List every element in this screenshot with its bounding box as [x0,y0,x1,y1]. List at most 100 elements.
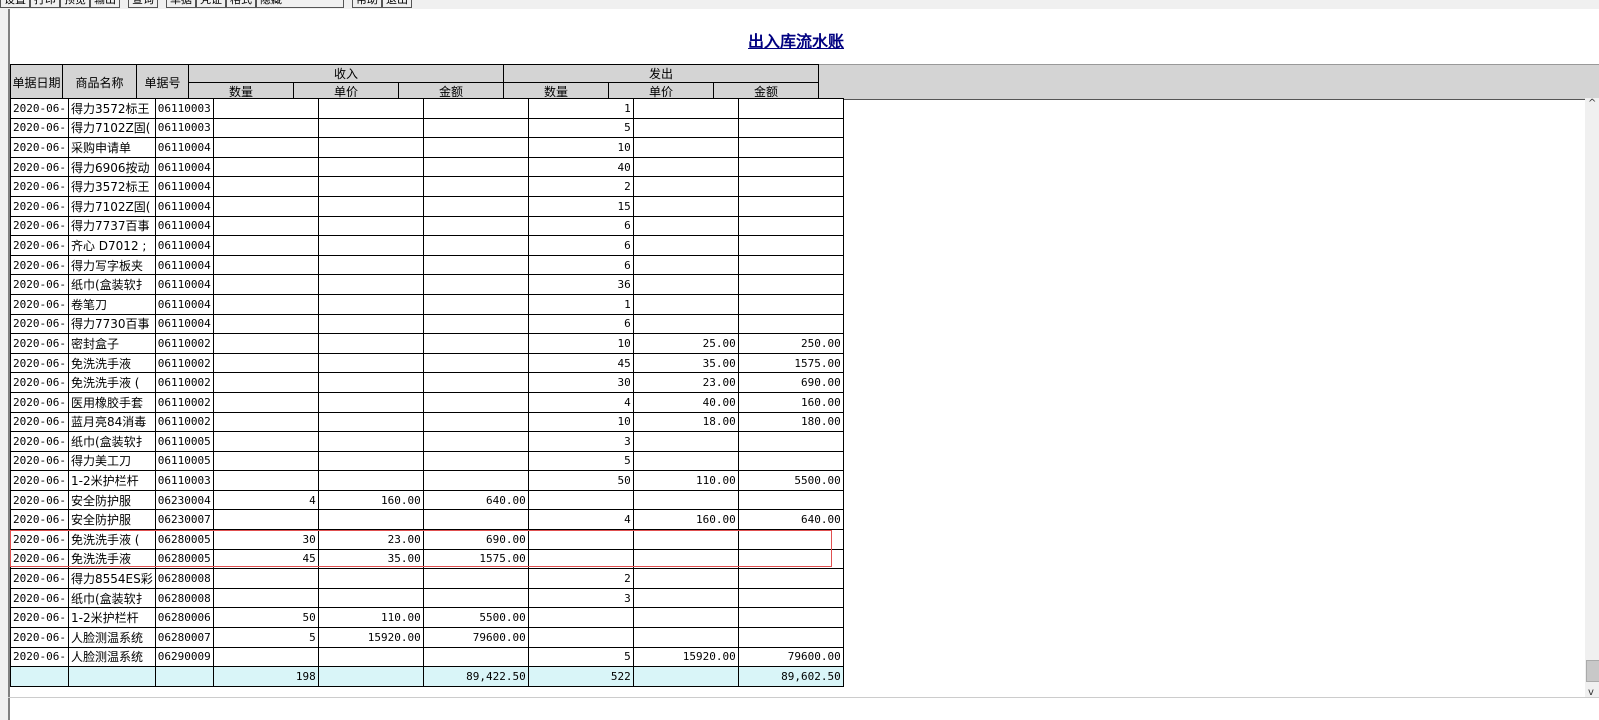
table-cell [317,587,424,609]
table-cell [527,607,634,629]
table-cell: 2020-06- [10,627,69,648]
table-cell [632,195,739,217]
report-title[interactable]: 出入库流水账 [748,28,844,52]
table-cell: 6 [527,313,634,335]
table-row[interactable]: 2020-06- 免洗洗手液 (06280005 30 23.00 690.00 [10,529,844,550]
table-cell [737,607,844,629]
table-cell: 06110005 [154,450,214,472]
table-cell: 卷笔刀 [67,293,156,315]
table-cell [317,568,424,589]
table-cell [212,587,319,609]
table-cell [317,372,424,393]
toolbar-button[interactable]: 帮助 [352,0,382,8]
table-cell: 06110002 [154,391,214,413]
table-cell: 06110002 [154,372,214,393]
table-cell [317,646,424,668]
toolbar-button[interactable]: 打印 [30,0,60,8]
table-row[interactable]: 2020-06- 免洗洗手液 (06110002 30 23.00 690.00 [10,372,844,393]
table-cell: 1575.00 [422,548,529,570]
table-cell [212,568,319,589]
table-cell [737,215,844,237]
table-row[interactable]: 2020-06- 安全防护服 06230004 4 160.00 640.00 [10,489,844,511]
table-cell: 06110004 [154,293,214,315]
table-row[interactable]: 2020-06- 密封盒子 06110002 10 25.00 250.00 [10,333,844,354]
toolbar-button[interactable]: 隐藏 [256,0,344,8]
table-row[interactable]: 2020-06- 卷笔刀 06110004 1 [10,293,844,315]
table-row[interactable]: 2020-06- 1-2米护栏杆 06110003 50 110.00 5500.00 [10,470,844,491]
toolbar-button[interactable]: 退出 [382,0,412,8]
header-name[interactable]: 商品名称 [62,64,137,101]
table-cell [422,215,529,237]
toolbar-button[interactable]: 格式 [226,0,256,8]
table-cell [212,117,319,139]
toolbar-button[interactable]: 设置 [0,0,30,8]
scroll-thumb[interactable] [1586,660,1599,682]
table-cell: 250.00 [737,333,844,354]
table-cell [317,117,424,139]
table-row[interactable]: 2020-06- 得力6906按动 06110004 40 [10,156,844,178]
table-cell [317,98,424,119]
toolbar-button[interactable]: 预览 [60,0,90,8]
table-row[interactable]: 2020-06- 纸巾(盒装软扌 06110005 3 [10,431,844,452]
table-cell [632,254,739,276]
table-cell [632,607,739,629]
header-date[interactable]: 单据日期 [10,64,63,101]
toolbar-button[interactable]: 输出 [90,0,120,8]
table-cell: 2020-06- [10,587,69,609]
table-row[interactable]: 2020-06- 1-2米护栏杆 06280006 50 110.00 5500.00 [10,607,844,629]
table-cell: 06230004 [154,489,214,511]
table-row[interactable]: 2020-06- 得力7102Z固(06110003 5 [10,117,844,139]
table-row[interactable]: 2020-06- 得力写字板夹 06110004 6 [10,254,844,276]
table-cell: 06280005 [154,529,214,550]
toolbar-button[interactable]: 凭证 [196,0,226,8]
table-row[interactable]: 2020-06- 纸巾(盒装软扌 06110004 36 [10,274,844,295]
table-cell: 2020-06- [10,156,69,178]
table-row[interactable]: 2020-06- 得力7102Z固(06110004 15 [10,195,844,217]
scroll-up-icon[interactable]: ^ [1588,98,1596,109]
table-row[interactable]: 2020-06- 医用橡胶手套 06110002 4 40.00 160.00 [10,391,844,413]
table-row[interactable]: 2020-06- 采购申请单 06110004 10 [10,137,844,158]
vertical-scrollbar[interactable]: ^ v [1585,98,1599,698]
table-row[interactable]: 2020-06- 得力8554ES彩 06280008 2 [10,568,844,589]
table-cell [317,195,424,217]
table-cell: 纸巾(盒装软扌 [67,274,156,295]
table-cell [737,548,844,570]
table-cell [422,587,529,609]
table-cell [422,391,529,413]
table-cell [212,195,319,217]
table-cell: 36 [527,274,634,295]
table-row[interactable]: 2020-06- 蓝月亮84消毒 06110002 10 18.00 180.00 [10,411,844,433]
table-cell: 人脸测温系统 [67,627,156,648]
table-row[interactable]: 2020-06- 人脸测温系统 06290009 5 15920.00 79600.00 [10,646,844,668]
table-row[interactable]: 2020-06- 得力3572标王 06110003 1 [10,98,844,119]
table-cell [212,646,319,668]
table-cell: 06110004 [154,176,214,197]
toolbar-button[interactable]: 查询 [128,0,158,8]
table-row[interactable]: 2020-06- 安全防护服 06230007 4 160.00 640.00 [10,509,844,531]
table-row[interactable]: 2020-06- 得力7730百事 06110004 6 [10,313,844,335]
table-cell: 45 [527,352,634,374]
table-cell [737,98,844,119]
total-row[interactable]: 198 89,422.50 522 89,602.50 [10,666,844,687]
table-cell: 06280008 [154,568,214,589]
table-cell [212,509,319,531]
table-row[interactable]: 2020-06- 得力7737百事 06110004 6 [10,215,844,237]
table-row[interactable]: 2020-06- 人脸测温系统 06280007 5 15920.00 79600.00 [10,627,844,648]
table-row[interactable]: 2020-06- 纸巾(盒装软扌 06280008 3 [10,587,844,609]
table-cell: 180.00 [737,411,844,433]
table-row[interactable]: 2020-06- 免洗洗手液 06280005 45 35.00 1575.00 [10,548,844,570]
toolbar-button[interactable]: 单据 [166,0,196,8]
table-cell: 2020-06- [10,372,69,393]
header-doc[interactable]: 单据号 [136,64,189,101]
table-row[interactable]: 2020-06- 免洗洗手液 06110002 45 35.00 1575.00 [10,352,844,374]
table-cell [422,352,529,374]
table-cell [422,235,529,256]
table-cell [317,333,424,354]
table-row[interactable]: 2020-06- 得力3572标王 06110004 2 [10,176,844,197]
table-cell: 06110002 [154,333,214,354]
table-cell: 50 [527,470,634,491]
table-row[interactable]: 2020-06- 得力美工刀 06110005 5 [10,450,844,472]
table-cell [212,313,319,335]
table-row[interactable]: 2020-06- 齐心 D7012 ; 06110004 6 [10,235,844,256]
table-cell [212,156,319,178]
